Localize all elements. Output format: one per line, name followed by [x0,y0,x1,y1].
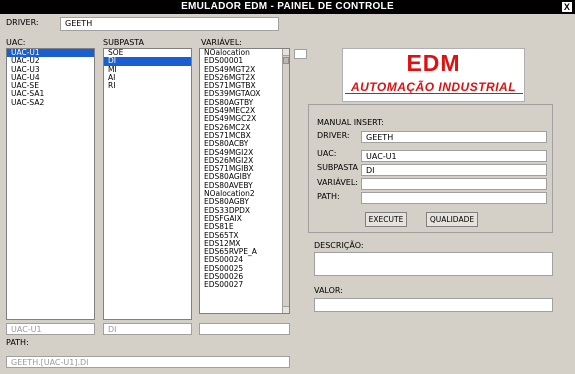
list-item[interactable]: UAC-SA2 [7,98,94,107]
logo-edm-text: EDM [406,50,461,76]
close-icon: X [563,2,571,12]
list-item[interactable]: RI [104,81,191,90]
path-field[interactable]: GEETH.[UAC-U1].DI [6,356,290,368]
variavel-scrollbar[interactable] [282,49,289,313]
variavel-selected-field[interactable] [199,323,290,335]
mi-driver-field[interactable]: GEETH [361,131,547,143]
qualidade-button[interactable]: QUALIDADE [426,212,478,227]
mi-subpasta-label: SUBPASTA [317,163,359,172]
manual-insert-panel: MANUAL INSERT: DRIVER: GEETH UAC: UAC-U1… [308,104,553,233]
valor-field[interactable] [314,298,553,312]
mi-uac-field[interactable]: UAC-U1 [361,150,547,162]
mi-path-field[interactable] [361,192,547,204]
mi-variavel-field[interactable] [361,178,547,190]
logo-underline [345,93,523,94]
execute-button[interactable]: EXECUTE [365,212,407,227]
uac-selected-field[interactable]: UAC-U1 [6,323,95,335]
edm-logo: EDM AUTOMAÇÃO INDUSTRIAL [342,48,525,102]
list-item[interactable]: MI [104,65,191,74]
subpasta-selected-field[interactable]: DI [103,323,192,335]
window-title: EMULADOR EDM - PAINEL DE CONTROLE [181,1,394,12]
path-label: PATH: [6,338,29,347]
close-button[interactable]: X [561,1,573,13]
uac-label: UAC: [6,38,26,47]
driver-field[interactable]: GEETH [60,17,279,31]
mi-uac-label: UAC: [317,149,337,158]
mi-driver-label: DRIVER: [317,131,350,140]
small-index-box[interactable] [294,49,307,59]
list-item[interactable]: AI [104,73,191,82]
variavel-label: VARIÁVEL: [201,38,242,47]
scroll-up-arrow-icon[interactable] [283,49,289,56]
list-item[interactable]: SOE [104,49,191,57]
descricao-label: DESCRIÇÃO: [314,241,364,250]
list-item[interactable]: EDS00027 [200,281,289,290]
valor-label: VALOR: [314,286,343,295]
manual-insert-title: MANUAL INSERT: [317,118,384,127]
descricao-field[interactable] [314,252,553,276]
mi-path-label: PATH: [317,192,340,201]
scroll-thumb[interactable] [283,57,289,64]
scroll-down-arrow-icon[interactable] [283,306,289,313]
mi-subpasta-field[interactable]: DI [361,164,547,176]
driver-label: DRIVER: [6,18,39,27]
list-item[interactable]: DI [104,56,191,66]
mi-variavel-label: VARIÁVEL: [317,178,358,187]
subpasta-label: SUBPASTA [103,38,145,47]
uac-listbox[interactable]: UAC-U1 UAC-U2 UAC-U3 UAC-U4 UAC-SE UAC-SA1 UAC… [6,48,95,320]
logo-subtitle-text: AUTOMAÇÃO INDUSTRIAL [350,80,517,94]
variavel-listbox[interactable]: NOalocation EDS00001 EDS49MGT2X EDS26MGT2X E… [199,48,290,314]
window-titlebar: EMULADOR EDM - PAINEL DE CONTROLE X [0,0,575,14]
subpasta-listbox[interactable]: SOE DI MI AI RI [103,48,192,320]
